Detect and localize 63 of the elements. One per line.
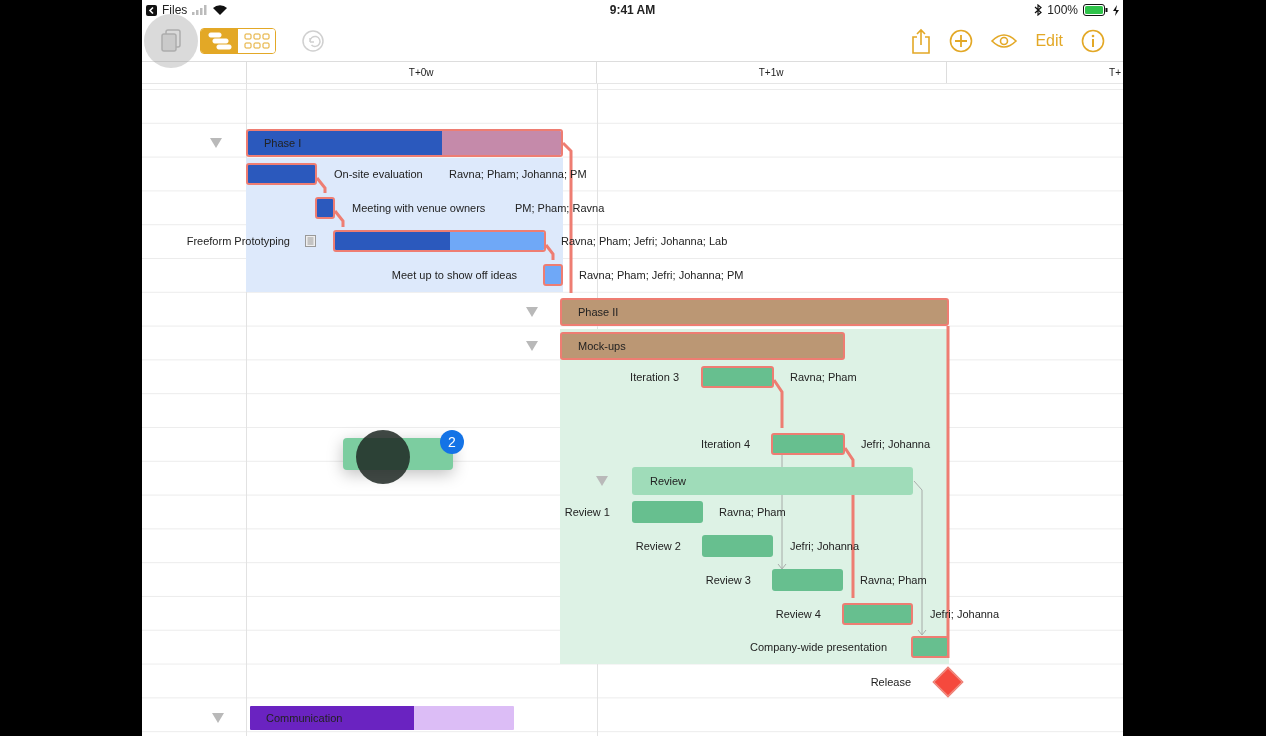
assignees: Jefri; Johanna	[861, 437, 931, 452]
share-button[interactable]	[911, 27, 932, 54]
timeline-column-header: T+0w	[408, 67, 434, 78]
task-name: Meeting with venue owners	[352, 201, 486, 216]
assignees: Ravna; Pham	[860, 573, 927, 588]
wifi-icon	[213, 5, 228, 15]
touch-indicator	[144, 14, 198, 68]
info-button[interactable]	[1081, 28, 1105, 53]
dependency-line	[544, 244, 555, 260]
back-label[interactable]: Files	[162, 3, 188, 17]
dependency-line	[772, 379, 784, 428]
assignees: Jefri; Johanna	[930, 607, 1000, 622]
group-name: Mock-ups	[577, 340, 626, 352]
gantt-view-button[interactable]	[201, 28, 238, 53]
task-name: Release	[870, 675, 911, 690]
battery-percent: 100%	[1047, 3, 1078, 17]
disclosure-triangle-icon[interactable]	[525, 340, 539, 352]
touch-indicator	[356, 430, 410, 484]
disclosure-triangle-icon[interactable]	[209, 137, 223, 149]
task-name: Review 4	[775, 607, 821, 622]
note-icon[interactable]	[305, 235, 316, 247]
view-button[interactable]	[991, 32, 1018, 49]
task-bar[interactable]	[333, 230, 546, 252]
dependency-line	[315, 177, 327, 193]
task-name: Review 1	[564, 505, 610, 520]
task-name: Review 3	[705, 573, 751, 588]
group-name: Phase I	[263, 137, 302, 149]
documents-icon[interactable]	[160, 28, 182, 53]
task-name: Company-wide presentation	[750, 640, 887, 655]
back-icon[interactable]	[146, 4, 157, 16]
group-bar[interactable]: Mock-ups	[560, 332, 845, 360]
assignees: Ravna; Pham	[790, 370, 857, 385]
disclosure-triangle-icon[interactable]	[595, 475, 609, 487]
timeline-column-header: T+1w	[758, 67, 784, 78]
group-name: Communication	[265, 712, 343, 724]
battery-icon	[1083, 4, 1108, 16]
signal-icon	[192, 5, 209, 15]
bluetooth-icon	[1034, 4, 1043, 16]
dependency-line	[333, 210, 345, 227]
group-bar[interactable]: Phase II	[560, 298, 949, 326]
task-bar[interactable]	[543, 264, 563, 286]
task-name: Iteration 3	[630, 370, 679, 385]
assignees: Ravna; Pham	[719, 505, 786, 520]
task-bar[interactable]	[315, 197, 335, 219]
task-name: Freeform Prototyping	[186, 234, 290, 249]
timeline-column-header: T+	[1109, 67, 1121, 78]
group-bar[interactable]: Review	[632, 467, 913, 495]
disclosure-triangle-icon[interactable]	[525, 306, 539, 318]
task-name: On-site evaluation	[334, 167, 423, 182]
group-name: Review	[649, 475, 687, 487]
disclosure-triangle-icon[interactable]	[211, 712, 225, 724]
task-bar[interactable]	[246, 163, 317, 185]
count-badge: 2	[440, 430, 464, 454]
task-name: Iteration 4	[701, 437, 750, 452]
add-button[interactable]	[949, 28, 974, 53]
task-name: Review 2	[635, 539, 681, 554]
group-name: Phase II	[577, 306, 619, 318]
task-name: Meet up to show off ideas	[391, 268, 517, 283]
assignees: Ravna; Pham; Jefri; Johanna; PM	[579, 268, 744, 283]
assignees: PM; Pham; Ravna	[515, 201, 605, 216]
assignees: Jefri; Johanna	[790, 539, 860, 554]
clock-time: 9:41 AM	[609, 3, 656, 17]
charging-icon	[1113, 4, 1119, 16]
